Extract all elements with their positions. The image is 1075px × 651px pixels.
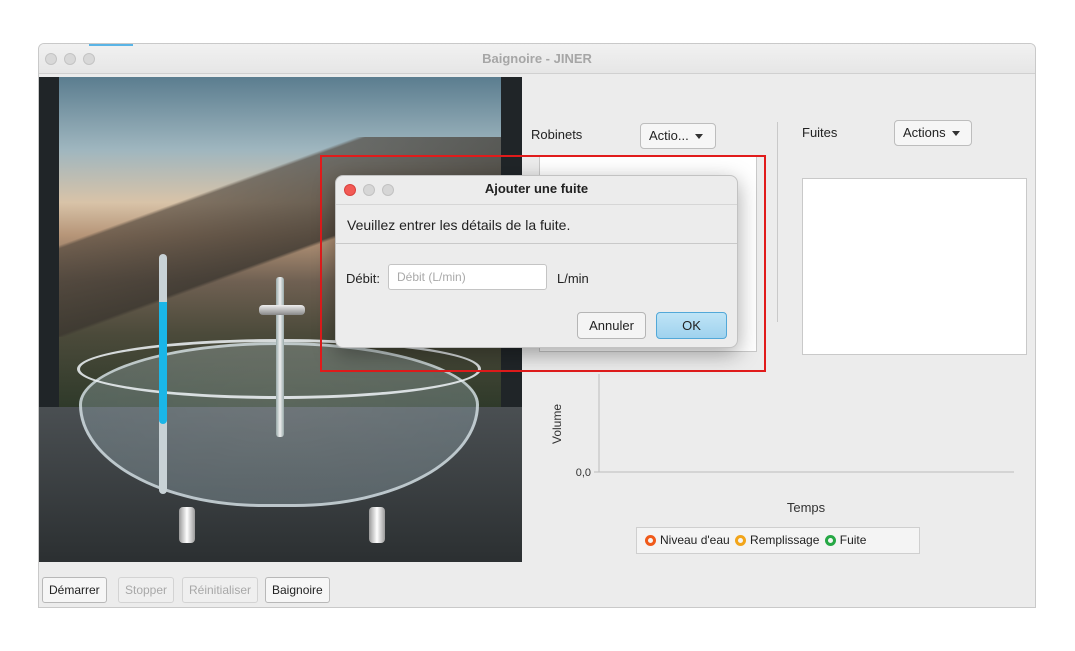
close-dialog-icon[interactable] — [344, 184, 356, 196]
dialog-header-text: Veuillez entrer les détails de la fuite. — [336, 204, 737, 244]
faucet-handles — [259, 305, 305, 315]
zoom-dialog-icon[interactable] — [382, 184, 394, 196]
fuites-actions-label: Actions — [903, 125, 946, 140]
fuites-label: Fuites — [802, 125, 838, 140]
ok-button[interactable]: OK — [656, 312, 727, 339]
chevron-down-icon — [694, 134, 703, 140]
fuites-list[interactable] — [802, 178, 1027, 355]
legend-niveau: Niveau d'eau — [660, 533, 730, 547]
robinets-label: Robinets — [531, 127, 583, 142]
reset-button[interactable]: Réinitialiser — [182, 577, 259, 603]
stop-button[interactable]: Stopper — [118, 577, 175, 603]
legend-swatch-niveau — [645, 535, 656, 546]
debit-input[interactable] — [388, 264, 547, 290]
volume-chart: 0,0 Temps Volume — [550, 374, 1014, 515]
chart-legend: Niveau d'eau Remplissage Fuite — [636, 527, 920, 554]
bathtub-button[interactable]: Baignoire — [265, 577, 330, 603]
window-title: Baignoire - JINER — [482, 51, 592, 66]
legend-remplissage: Remplissage — [750, 533, 820, 547]
zoom-window-icon[interactable] — [83, 53, 95, 65]
unit-label: L/min — [557, 271, 589, 286]
chevron-down-icon — [951, 131, 960, 137]
tub-foot — [369, 507, 385, 543]
title-bar: Baignoire - JINER — [39, 44, 1035, 74]
water-level-bar — [159, 302, 167, 424]
x-axis-label: Temps — [787, 500, 826, 515]
add-leak-dialog: Ajouter une fuite Veuillez entrer les dé… — [335, 175, 738, 348]
minimize-window-icon[interactable] — [64, 53, 76, 65]
cancel-button[interactable]: Annuler — [577, 312, 646, 339]
debit-label: Débit: — [346, 271, 380, 286]
start-button[interactable]: Démarrer — [42, 577, 107, 603]
legend-swatch-fuite — [824, 535, 836, 546]
robinets-actions-label: Actio... — [649, 128, 689, 143]
panel-divider — [777, 122, 778, 322]
close-window-icon[interactable] — [45, 53, 57, 65]
title-accent — [89, 44, 133, 46]
robinets-actions-menu[interactable]: Actio... — [640, 123, 716, 149]
y-tick-label: 0,0 — [576, 467, 591, 479]
legend-swatch-remplissage — [735, 535, 747, 546]
fuites-actions-menu[interactable]: Actions — [894, 120, 972, 146]
legend-fuite: Fuite — [839, 533, 867, 547]
faucet — [276, 277, 284, 437]
minimize-dialog-icon[interactable] — [363, 184, 375, 196]
dialog-title: Ajouter une fuite — [484, 181, 589, 196]
tub-foot — [179, 507, 195, 543]
y-axis-label: Volume — [550, 404, 564, 444]
